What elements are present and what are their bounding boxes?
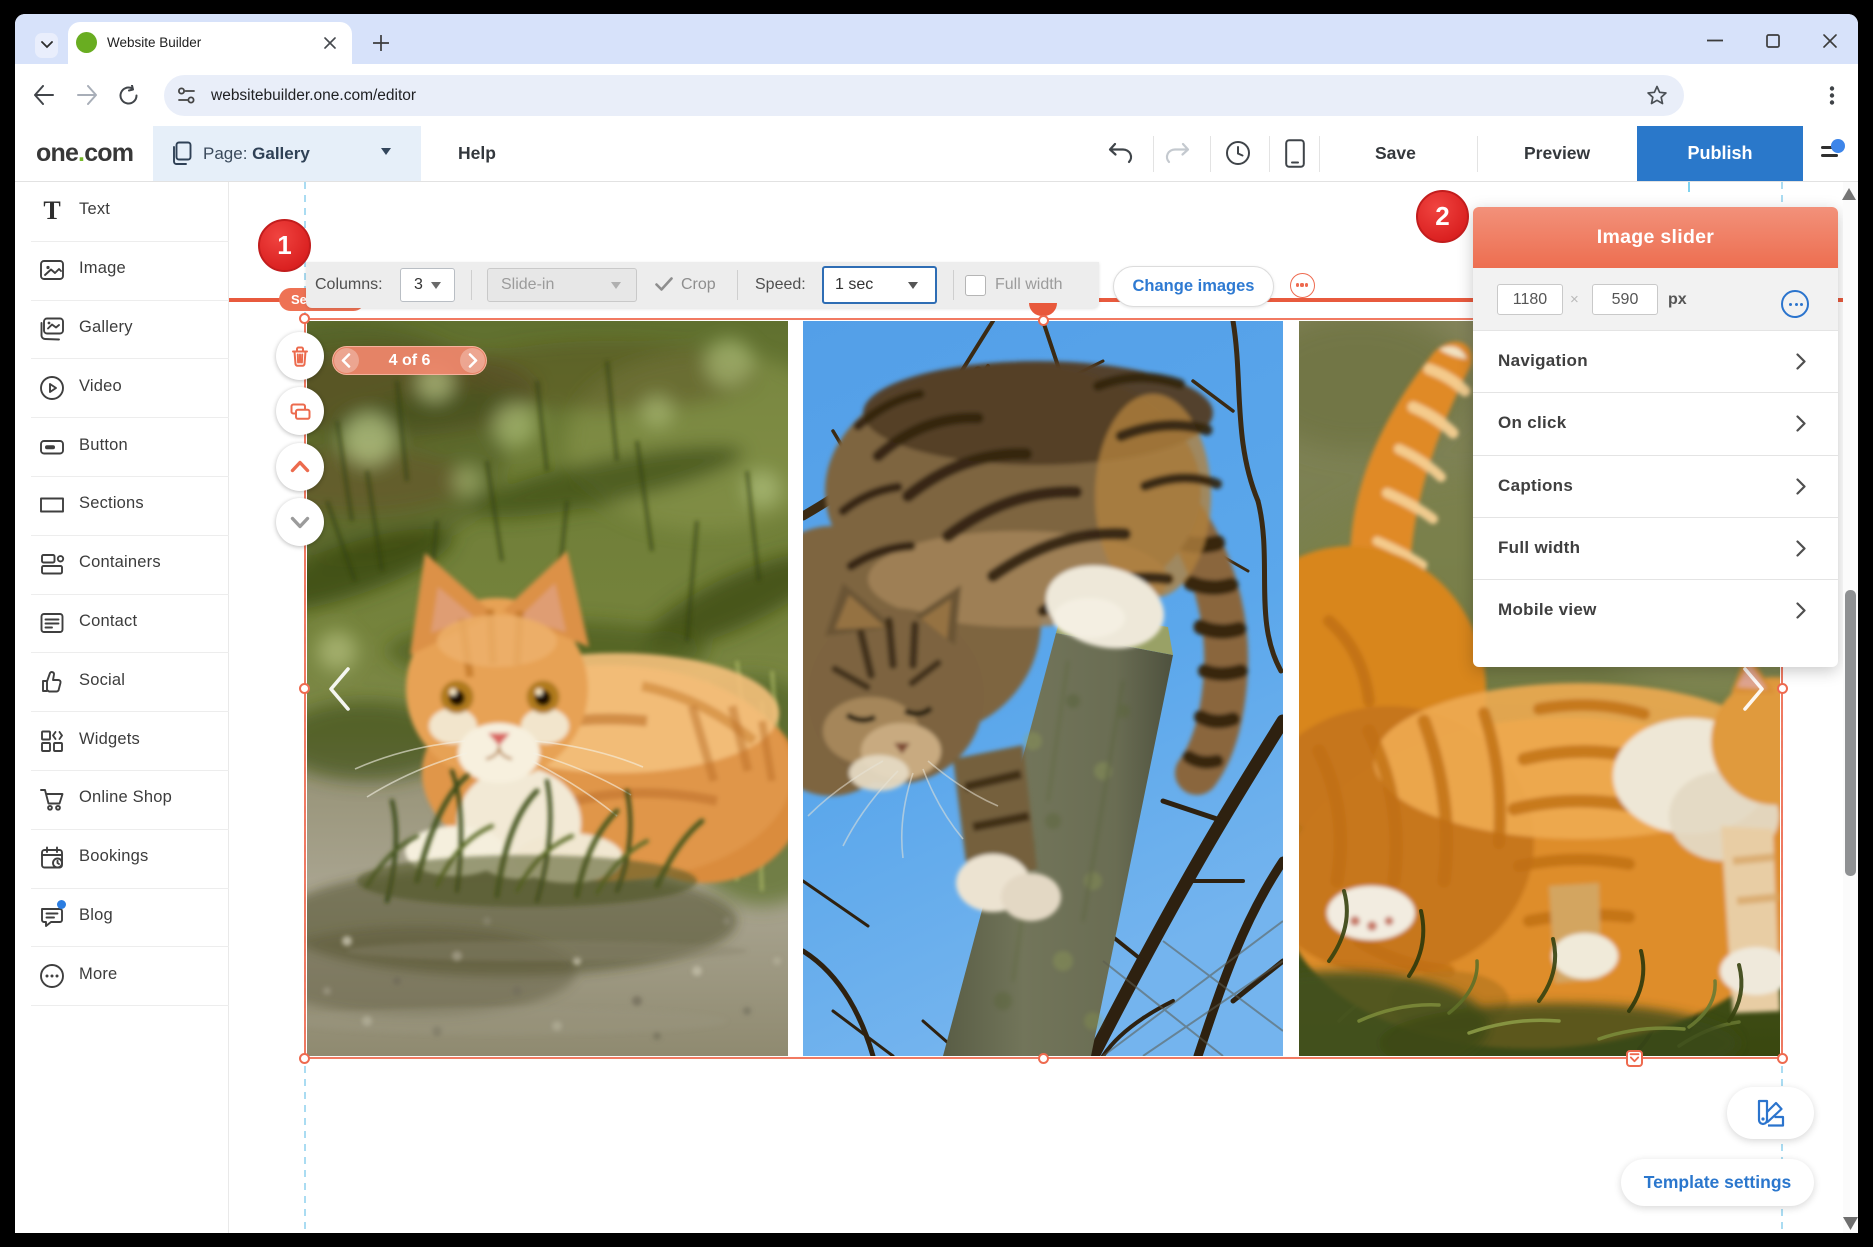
svg-text:T: T bbox=[43, 198, 60, 224]
